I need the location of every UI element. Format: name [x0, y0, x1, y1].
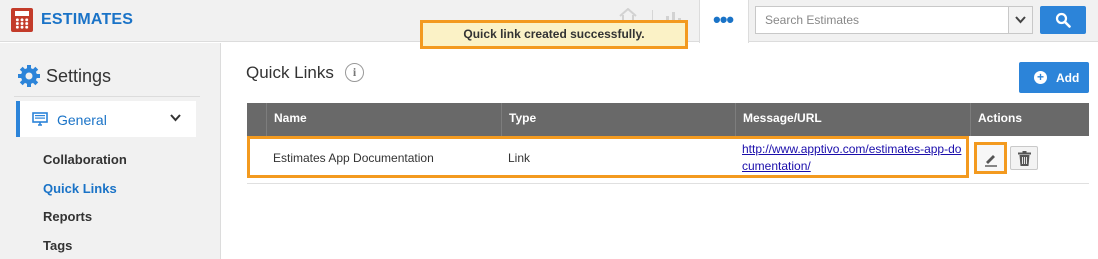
sidebar-item-reports[interactable]: Reports — [43, 209, 92, 224]
edit-button[interactable] — [974, 142, 1007, 174]
gear-icon — [18, 65, 40, 87]
sidebar-item-quick-links[interactable]: Quick Links — [43, 181, 117, 196]
delete-button[interactable] — [1010, 146, 1038, 170]
info-icon[interactable]: i — [345, 63, 364, 82]
settings-title: Settings — [46, 66, 112, 86]
add-button[interactable]: + Add — [1019, 62, 1089, 93]
column-header-type[interactable]: Type — [501, 103, 736, 136]
pencil-icon — [985, 155, 997, 167]
column-header-actions: Actions — [970, 103, 1089, 136]
table-header: Name Type Message/URL Actions — [247, 103, 1089, 136]
row-url-link[interactable]: http://www.apptivo.com/estimates-app-do c… — [742, 141, 972, 175]
divider — [14, 96, 200, 97]
row-name: Estimates App Documentation — [273, 151, 434, 165]
search-icon — [1055, 12, 1071, 28]
settings-sidebar: Settings General Collaboration Quick Lin… — [0, 43, 221, 259]
calculator-icon — [11, 8, 33, 32]
row-url-cell: http://www.apptivo.com/estimates-app-do c… — [735, 136, 971, 184]
column-header-name[interactable]: Name — [266, 103, 502, 136]
trash-icon — [1018, 151, 1031, 166]
search-filter-dropdown[interactable] — [1008, 7, 1032, 33]
table-row[interactable]: Estimates App Documentation Link http://… — [247, 136, 1089, 184]
sidebar-section-label: General — [57, 112, 107, 128]
sidebar-item-tags[interactable]: Tags — [43, 238, 72, 253]
chevron-down-icon — [1015, 16, 1026, 24]
plus-circle-icon: + — [1034, 71, 1047, 84]
monitor-icon — [32, 112, 48, 126]
search-button[interactable] — [1040, 6, 1086, 34]
url-line-2: cumentation/ — [742, 159, 811, 173]
column-header-message-url[interactable]: Message/URL — [735, 103, 971, 136]
add-button-label: Add — [1056, 71, 1080, 85]
search-box — [755, 6, 1033, 34]
page-title: Quick Links — [246, 63, 334, 82]
row-type: Link — [508, 151, 531, 165]
search-input[interactable] — [756, 7, 1006, 33]
toast-message: Quick link created successfully. — [420, 20, 688, 49]
chevron-down-icon[interactable] — [170, 114, 181, 122]
sidebar-item-collaboration[interactable]: Collaboration — [43, 152, 127, 167]
app-title[interactable]: ESTIMATES — [41, 11, 133, 29]
more-dots-icon: ••• — [713, 7, 734, 32]
url-line-1: http://www.apptivo.com/estimates-app-do — [742, 142, 962, 156]
more-menu-tab[interactable]: ••• — [699, 0, 749, 43]
sidebar-section-general[interactable]: General — [16, 101, 196, 137]
